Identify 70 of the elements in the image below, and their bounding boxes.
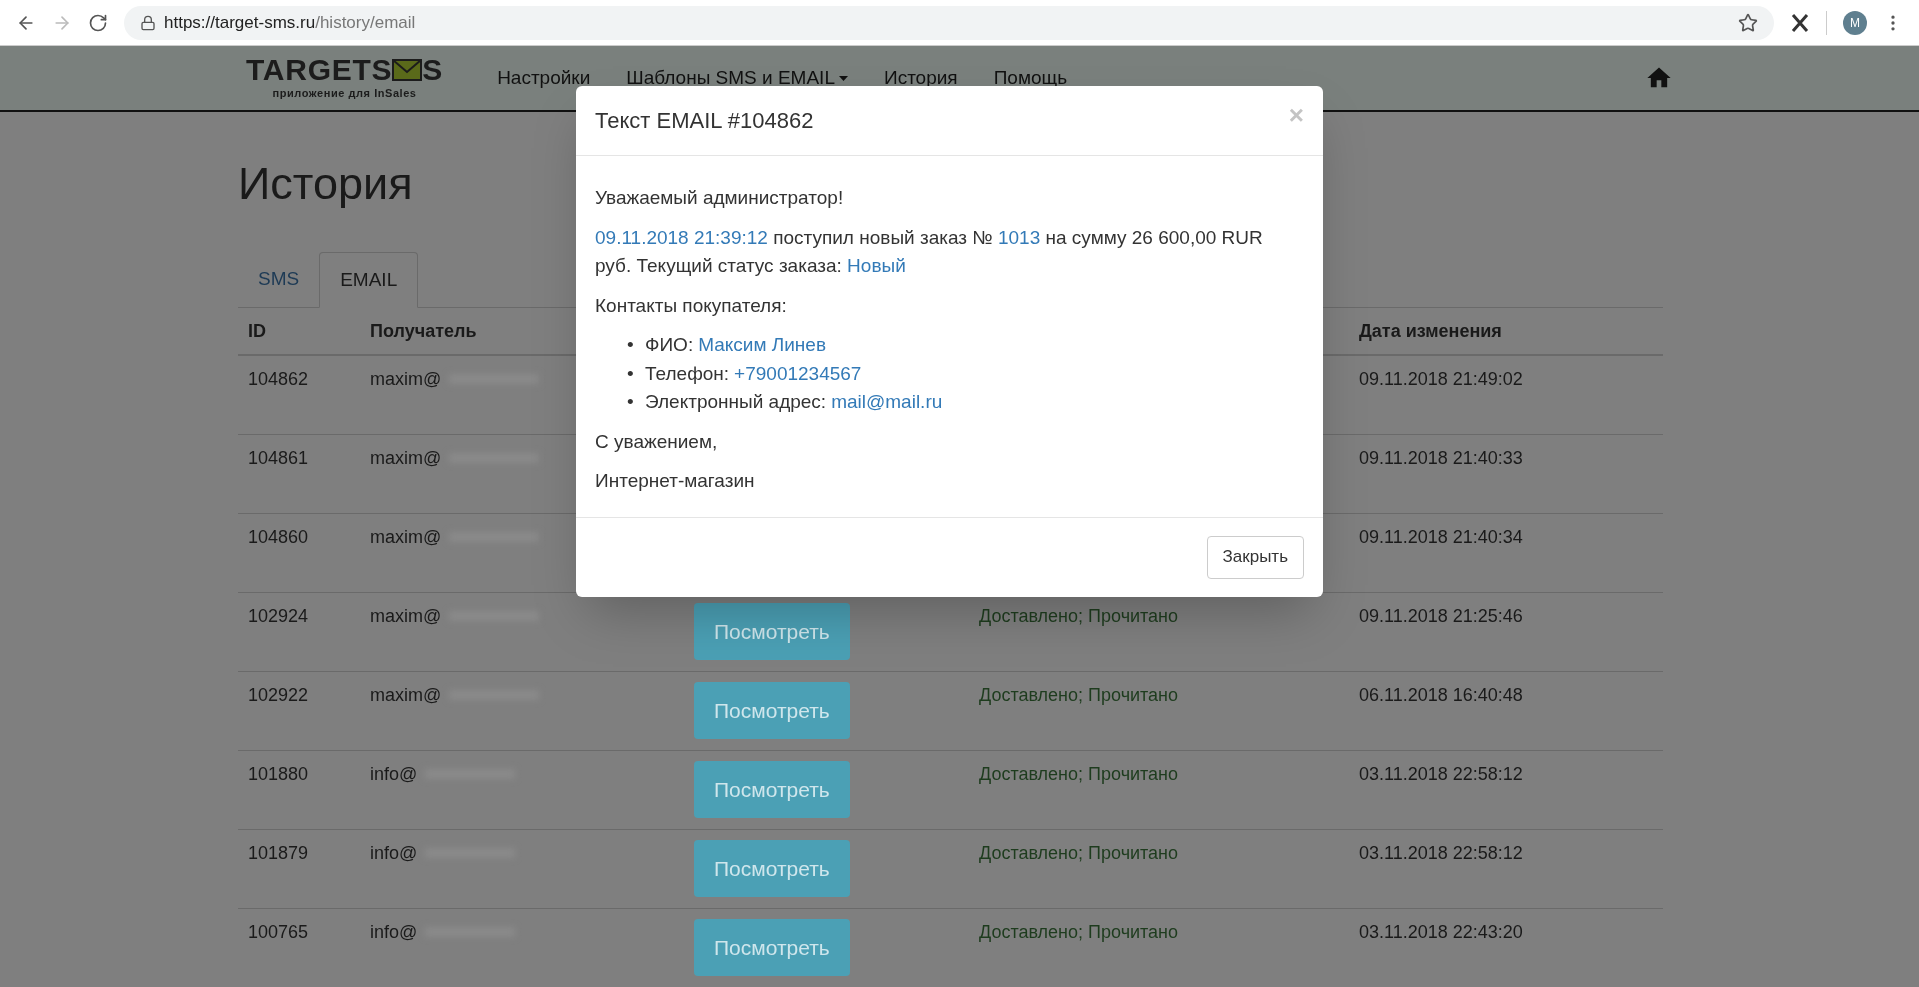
table-cell-text: 104860 (247, 526, 310, 550)
link[interactable]: 09.11.2018 21:39:12 (595, 226, 768, 248)
table-cell-text: 100765 (247, 921, 310, 945)
table-cell-text: 09.11.2018 21:40:33 (1359, 447, 1523, 471)
tab[interactable]: EMAIL (319, 252, 419, 309)
table-cell-text: 03.11.2018 22:43:20 (1359, 921, 1523, 945)
table-cell-text: 104861 (247, 447, 310, 471)
address-bar[interactable]: https://target-sms.ru/history/email (124, 5, 1774, 40)
url-host: https://target-sms.ru (164, 11, 316, 34)
table-cell-text: maxim@ (370, 447, 442, 471)
status-text: Доставлено; Прочитано (979, 922, 1179, 943)
status-text: Доставлено; Прочитано (979, 685, 1179, 706)
status-text: Доставлено; Прочитано (979, 843, 1179, 864)
table-cell-text: 03.11.2018 22:58:12 (1359, 842, 1523, 866)
view-button[interactable]: Посмотреть (694, 761, 850, 819)
profile-avatar[interactable]: M (1843, 10, 1867, 35)
view-button[interactable]: Посмотреть (694, 682, 850, 740)
tab[interactable]: SMS (238, 251, 320, 308)
table-cell-text: maxim@ (370, 684, 442, 708)
link[interactable]: Новый (847, 255, 906, 276)
view-button[interactable]: Посмотреть (694, 919, 850, 977)
table-cell-text: 101880 (247, 763, 310, 787)
table-cell-text: info@ (370, 921, 418, 945)
bullet-mark: • (627, 390, 635, 414)
table-cell-text: info@ (370, 763, 418, 787)
closing-text: С уважением, (595, 429, 719, 454)
order-text: 09.11.2018 21:39:12 поступил новый заказ № 1013 на сумму 26 600,00 RUR руб. Текущий статус заказа: Новый (595, 225, 1264, 278)
bullet-mark: • (627, 333, 635, 357)
contact-label: ФИО: (645, 333, 694, 357)
status-text: Доставлено; Прочитано (979, 606, 1179, 627)
status-text: Доставлено; Прочитано (979, 764, 1179, 785)
table-cell-text: maxim@ (370, 605, 442, 629)
table-cell-text: 09.11.2018 21:25:46 (1359, 605, 1523, 629)
table-cell-text: 101879 (247, 842, 310, 866)
reload-icon[interactable] (88, 12, 108, 33)
table-cell-text: info@ (370, 842, 418, 866)
table-cell-text: 102924 (247, 605, 310, 629)
contact-label: Электронный адрес: (645, 390, 827, 414)
modal-title: Текст EMAIL #104862 (595, 107, 814, 135)
nav-link[interactable]: Шаблоны SMS и EMAIL (608, 63, 866, 93)
table-cell-text: 102922 (247, 684, 310, 708)
link[interactable]: mail@mail.ru (831, 388, 943, 417)
bullet-mark: • (627, 361, 635, 386)
greeting-text: Уважаемый администратор! (595, 186, 845, 210)
link[interactable]: Максим Линев (698, 331, 826, 360)
column-header: ID (247, 319, 267, 343)
contact-label: Телефон: (645, 361, 730, 386)
link[interactable]: +79001234567 (734, 359, 862, 388)
view-button[interactable]: Посмотреть (694, 603, 850, 661)
closing-text: Интернет-магазин (595, 469, 756, 493)
table-cell-text: maxim@ (370, 368, 442, 392)
link[interactable]: 1013 (997, 226, 1041, 248)
url-path: /history/email (315, 11, 416, 34)
view-button[interactable]: Посмотреть (694, 840, 850, 898)
table-cell-text: 06.11.2018 16:40:48 (1359, 684, 1523, 708)
bookmark-star-icon[interactable] (1738, 12, 1758, 33)
contacts-heading: Контакты покупателя: (595, 293, 788, 318)
table-cell-text: 09.11.2018 21:40:34 (1359, 526, 1523, 550)
column-header: Получатель (370, 320, 477, 341)
table-cell-text: 03.11.2018 22:58:12 (1359, 763, 1523, 787)
table-cell-text: 104862 (247, 368, 310, 392)
column-header: Дата изменения (1359, 319, 1502, 343)
lock-icon (140, 14, 156, 31)
page-title: История (238, 157, 413, 211)
x-icon[interactable] (1790, 12, 1810, 33)
logo[interactable]: TARGETS S приложение для InSales (246, 54, 444, 102)
table-cell-text: 09.11.2018 21:49:02 (1359, 368, 1523, 392)
nav-link[interactable]: Настройки (479, 63, 609, 93)
close-button[interactable]: Закрыть (1206, 535, 1304, 579)
table-cell-text: maxim@ (370, 526, 442, 550)
